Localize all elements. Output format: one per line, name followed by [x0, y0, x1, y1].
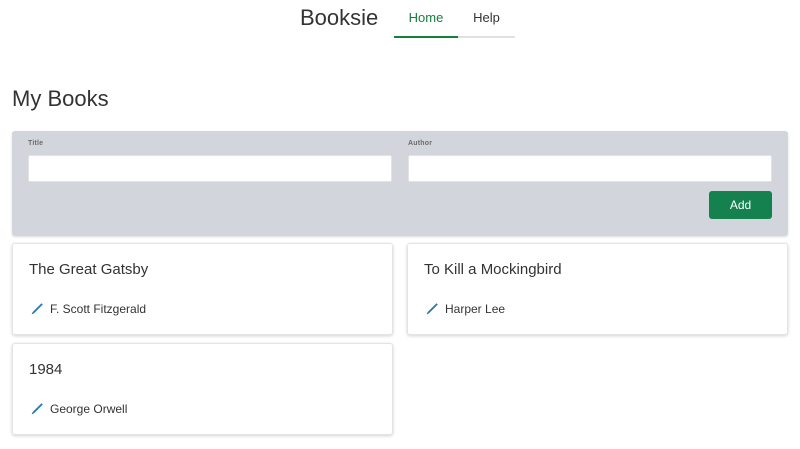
title-label: Title: [28, 140, 44, 147]
book-author-row: Harper Lee: [425, 302, 505, 316]
book-title: The Great Gatsby: [29, 261, 149, 278]
pen-icon: [426, 303, 438, 315]
book-author: F. Scott Fitzgerald: [50, 302, 147, 316]
book-author: Harper Lee: [445, 302, 506, 316]
author-input[interactable]: [408, 155, 772, 182]
brand-title: Booksie: [300, 5, 379, 30]
book-card: To Kill a Mockingbird Harper Lee: [407, 243, 788, 335]
title-input[interactable]: [28, 155, 392, 182]
tab-home[interactable]: Home: [394, 0, 458, 38]
book-author-row: F. Scott Fitzgerald: [30, 302, 146, 316]
book-title: To Kill a Mockingbird: [424, 261, 562, 278]
book-title: 1984: [29, 361, 63, 378]
author-label: Author: [408, 140, 433, 147]
book-author: George Orwell: [50, 402, 128, 416]
page-title: My Books: [12, 86, 109, 111]
add-book-form: Title Author Add: [12, 131, 788, 236]
book-author-row: George Orwell: [30, 402, 127, 416]
app-header: Booksie Home Help: [0, 0, 800, 40]
add-button[interactable]: Add: [709, 191, 772, 219]
pen-icon: [31, 403, 43, 415]
nav-tabs: Home Help: [394, 0, 515, 38]
pen-icon: [31, 303, 43, 315]
tab-help[interactable]: Help: [458, 0, 515, 38]
book-card: 1984 George Orwell: [12, 343, 393, 435]
book-card: The Great Gatsby F. Scott Fitzgerald: [12, 243, 393, 335]
